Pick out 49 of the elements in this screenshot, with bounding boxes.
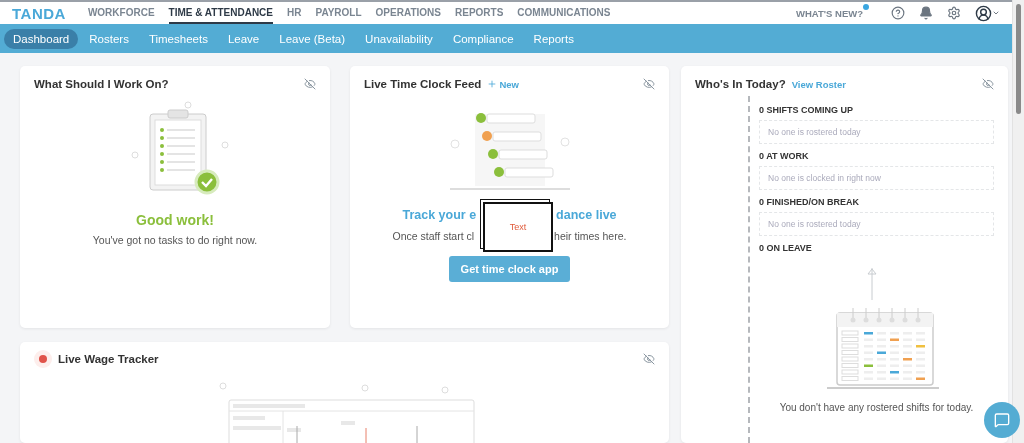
- nav-tab[interactable]: COMMUNICATIONS: [517, 2, 611, 24]
- feed-heading: Track your e: [402, 208, 477, 222]
- sub-nav-tab[interactable]: Leave: [218, 28, 269, 49]
- whats-new-link[interactable]: WHAT'S NEW?: [796, 7, 863, 19]
- get-app-button[interactable]: Get time clock app: [448, 256, 571, 282]
- section-heading: 0 ON LEAVE: [759, 243, 813, 253]
- hide-icon[interactable]: [982, 78, 994, 90]
- section-heading: 0 AT WORK: [759, 151, 810, 161]
- empty-state: No one is clocked in right now: [759, 166, 994, 190]
- sub-nav-tab[interactable]: Timesheets: [139, 28, 217, 49]
- section-heading: 0 FINISHED/ON BREAK: [759, 197, 860, 207]
- sub-nav-tab[interactable]: Reports: [524, 28, 583, 49]
- nav-tab[interactable]: PAYROLL: [315, 2, 362, 24]
- card-title: Who's In Today?: [695, 78, 786, 90]
- nav-tab[interactable]: WORKFORCE: [87, 2, 155, 24]
- empty-message: You don't have any rostered shifts for today.: [779, 402, 974, 413]
- settings-icon[interactable]: [947, 6, 961, 20]
- feed-heading: dance live: [556, 208, 617, 222]
- empty-message: You've got no tasks to do right now.: [92, 234, 258, 246]
- sub-nav-tab[interactable]: Leave (Beta): [270, 28, 355, 49]
- feed-message: heir times here.: [554, 230, 627, 242]
- empty-state: No one is rostered today: [759, 120, 994, 144]
- avatar-icon[interactable]: [975, 4, 1000, 22]
- scrollbar-thumb[interactable]: [1016, 4, 1021, 114]
- card-title: What Should I Work On?: [34, 78, 169, 90]
- sub-nav-tab[interactable]: Dashboard: [4, 28, 79, 49]
- empty-state: No one is rostered today: [759, 212, 994, 236]
- plus-icon: [487, 79, 498, 89]
- nav-tab[interactable]: HR: [287, 2, 302, 24]
- card-title: Live Wage Tracker: [58, 353, 159, 365]
- card-title: Live Time Clock Feed: [364, 78, 482, 90]
- view-roster-link[interactable]: View Roster: [791, 78, 846, 90]
- hide-icon[interactable]: [643, 78, 655, 90]
- bell-icon[interactable]: [919, 6, 933, 20]
- sub-nav-tab[interactable]: Compliance: [443, 28, 523, 49]
- sub-nav-tab[interactable]: Rosters: [80, 28, 138, 49]
- new-link[interactable]: New: [487, 78, 519, 90]
- sub-nav-tab[interactable]: Unavailability: [356, 28, 442, 49]
- nav-tab[interactable]: REPORTS: [455, 2, 504, 24]
- success-heading: Good work!: [136, 212, 214, 228]
- nav-tab[interactable]: OPERATIONS: [375, 2, 441, 24]
- text-note: Text: [483, 202, 554, 252]
- help-icon[interactable]: [891, 6, 905, 20]
- chat-icon: [994, 412, 1010, 428]
- feed-message: Once staff start cl: [392, 230, 475, 242]
- section-heading: 0 SHIFTS COMING UP: [759, 105, 854, 115]
- hide-icon[interactable]: [304, 78, 316, 90]
- logo[interactable]: TANDA: [12, 4, 66, 22]
- hide-icon[interactable]: [643, 353, 655, 365]
